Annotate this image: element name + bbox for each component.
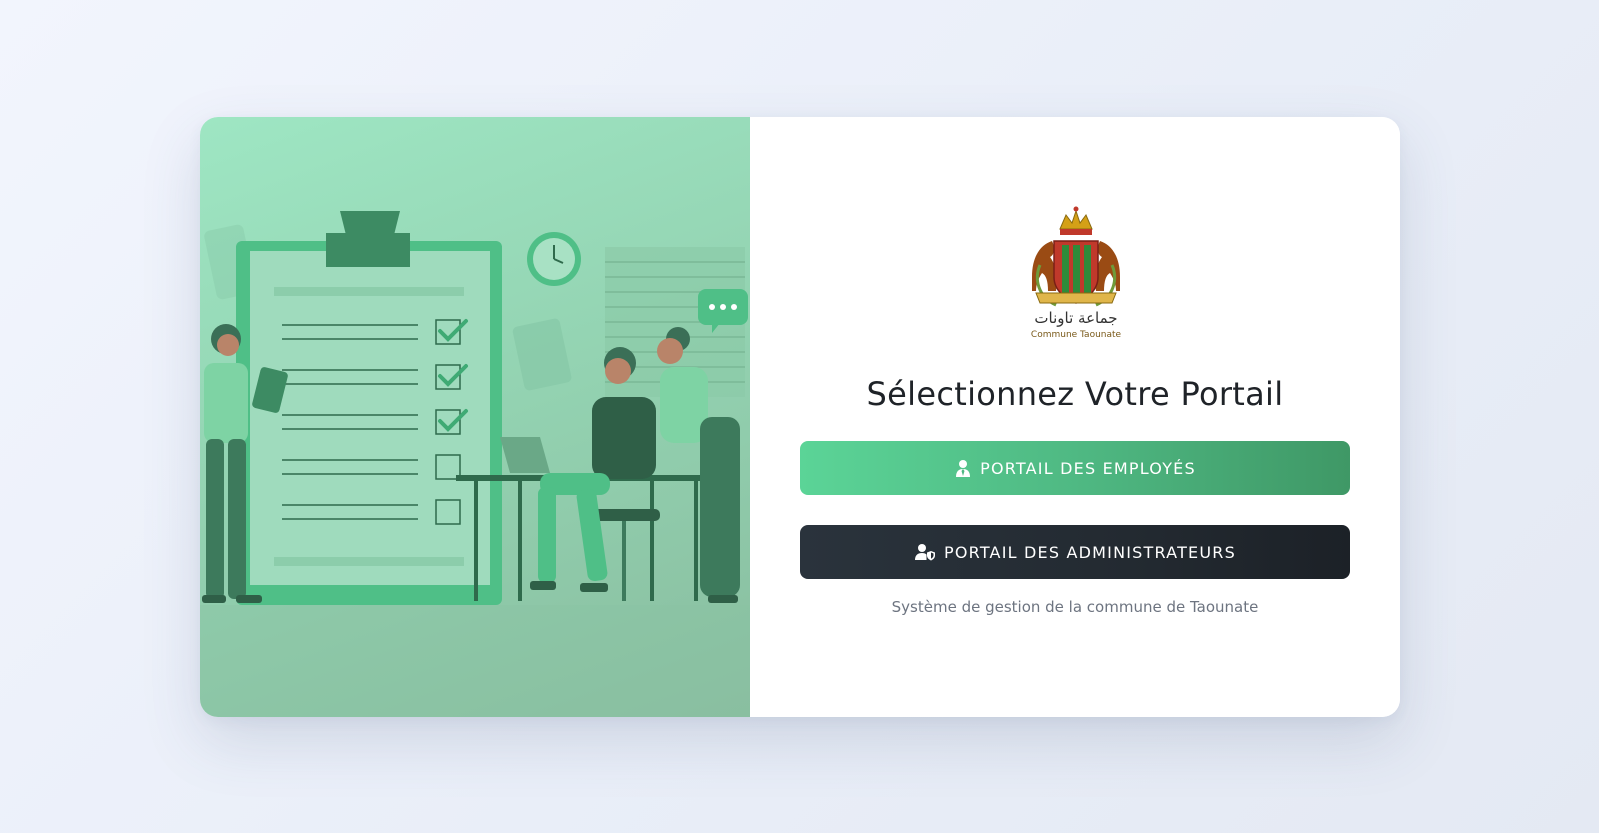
- user-shield-icon: [915, 544, 936, 561]
- employee-portal-label: PORTAIL DES EMPLOYÉS: [980, 458, 1196, 478]
- admin-portal-label: PORTAIL DES ADMINISTRATEURS: [944, 542, 1236, 562]
- system-description: Système de gestion de la commune de Taou…: [891, 598, 1259, 616]
- logo-latin-text: Commune Taounate: [1031, 330, 1122, 340]
- page-title: Sélectionnez Votre Portail: [866, 375, 1284, 413]
- logo-arabic-text: جماعة تاونات: [1034, 309, 1117, 327]
- portal-card: جماعة تاونات Commune Taounate Sélectionn…: [200, 117, 1400, 717]
- user-tie-icon: [956, 460, 971, 477]
- employee-portal-button[interactable]: PORTAIL DES EMPLOYÉS: [800, 441, 1350, 495]
- team-checklist-illustration: [200, 211, 750, 717]
- portal-selection-panel: جماعة تاونات Commune Taounate Sélectionn…: [750, 117, 1400, 717]
- admin-portal-button[interactable]: PORTAIL DES ADMINISTRATEURS: [800, 525, 1350, 579]
- commune-taounate-logo: جماعة تاونات Commune Taounate: [1031, 206, 1122, 340]
- illustration-panel: [200, 117, 750, 717]
